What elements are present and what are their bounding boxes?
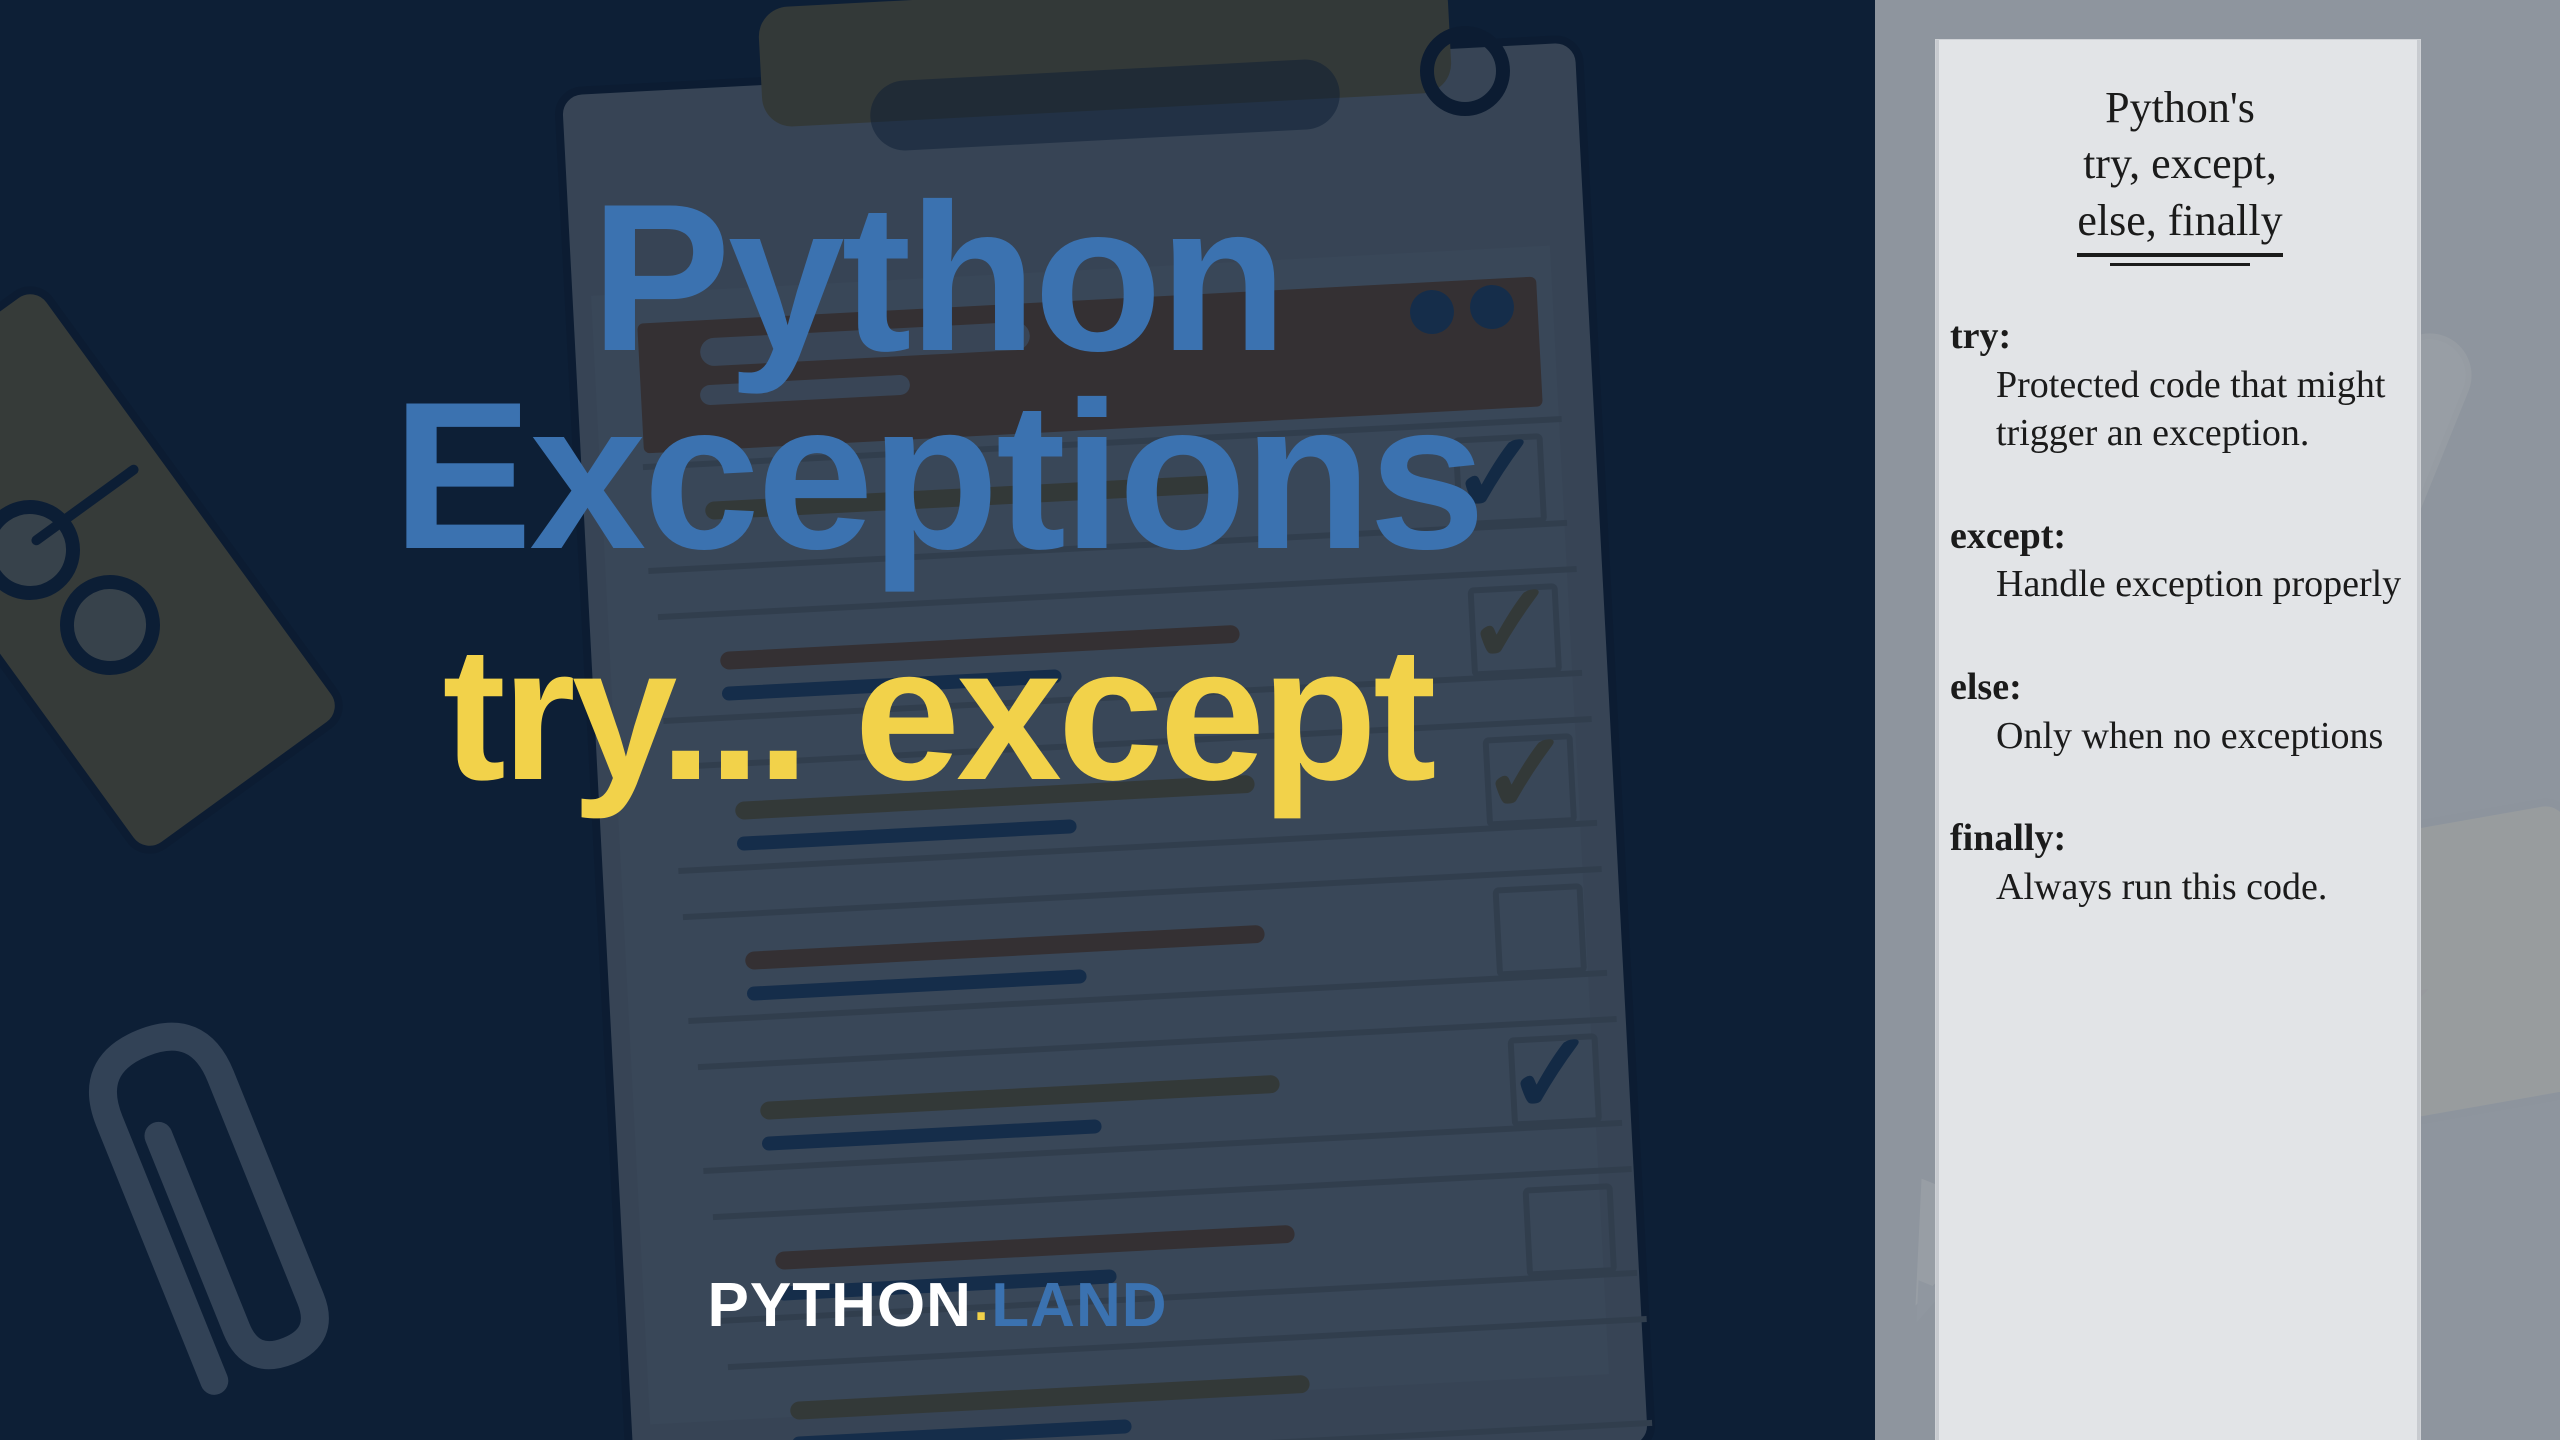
row-bar — [760, 1075, 1280, 1120]
note-kw-except: except: — [1950, 515, 2066, 557]
decorative-ring-icon — [1420, 26, 1510, 116]
row-bar — [792, 1419, 1132, 1440]
headline-group: Python Exceptions try... except — [0, 170, 1875, 809]
note-title-underline — [2110, 263, 2250, 266]
note-title-l3: else, finally — [2077, 193, 2282, 257]
paperclip-icon — [15, 976, 406, 1440]
brand-right: LAND — [991, 1271, 1167, 1340]
note-block-else: else: Only when no exceptions — [1950, 663, 2410, 760]
brand-left: PYTHON — [707, 1271, 971, 1340]
headline-line-1: Python — [0, 170, 1875, 386]
note-title-l2: try, except, — [2083, 139, 2277, 188]
row-bar — [762, 1119, 1102, 1151]
note-block-try: try: Protected code that might trigger a… — [1950, 312, 2410, 458]
row-bar — [745, 925, 1265, 970]
note-block-finally: finally: Always run this code. — [1950, 814, 2410, 911]
note-title: Python's try, except, else, finally — [1950, 80, 2410, 257]
row-bar — [790, 1375, 1310, 1420]
hero-card: ✓ ✓ ✓ ✓ — [0, 0, 2560, 1440]
note-body-else: Only when no exceptions — [1950, 712, 2410, 761]
note-title-l1: Python's — [2105, 83, 2255, 132]
note-content: Python's try, except, else, finally try:… — [1950, 80, 2410, 966]
row-bar — [737, 819, 1077, 851]
row-bar — [775, 1225, 1295, 1270]
checkbox-icon — [1522, 1183, 1617, 1278]
note-kw-finally: finally: — [1950, 817, 2066, 859]
note-block-except: except: Handle exception properly — [1950, 512, 2410, 609]
checkmark-icon: ✓ — [1502, 1017, 1600, 1132]
note-kw-else: else: — [1950, 666, 2022, 708]
checkbox-icon — [1492, 883, 1587, 978]
note-body-try: Protected code that might trigger an exc… — [1950, 361, 2410, 458]
note-body-except: Handle exception properly — [1950, 560, 2410, 609]
note-kw-try: try: — [1950, 315, 2011, 357]
headline-line-3: try... except — [0, 619, 1875, 809]
brand-dot: . — [972, 1274, 991, 1332]
headline-line-2: Exceptions — [0, 368, 1875, 584]
brand-wordmark: PYTHON.LAND — [0, 1270, 1875, 1341]
row-bar — [747, 969, 1087, 1001]
note-body-finally: Always run this code. — [1950, 863, 2410, 912]
